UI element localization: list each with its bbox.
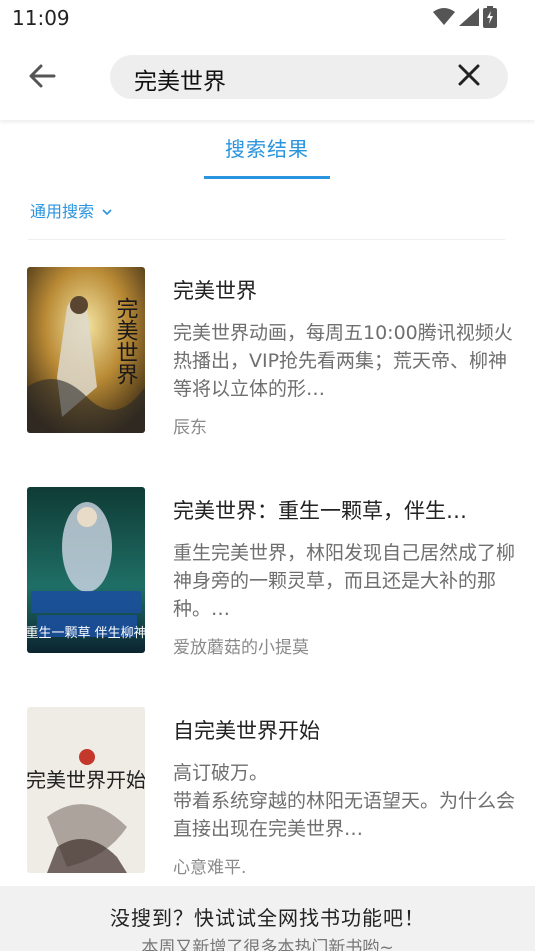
arrow-left-icon [28,62,56,94]
book-result-item[interactable]: 完美世界开始 自完美世界开始 高订破万。 带着系统穿越的林阳无语望天。为什么会直… [0,707,535,887]
book-cover[interactable]: 重生一颗草 伴生柳神 [27,487,145,653]
book-cover[interactable]: 完美世界 [27,267,145,433]
book-title: 自完美世界开始 [173,719,320,743]
book-result-item[interactable]: 完美世界 完美世界 完美世界动画，每周五10:00腾讯视频火热播出，VIP抢先看… [0,267,535,447]
book-description: 完美世界动画，每周五10:00腾讯视频火热播出，VIP抢先看两集；荒天帝、柳神等… [173,322,513,400]
status-icons [433,6,497,28]
book-title: 完美世界：重生一颗草，伴生… [173,499,467,523]
filter-label: 通用搜索 [30,202,95,221]
book-cover[interactable]: 完美世界开始 [27,707,145,873]
tab-search-results[interactable]: 搜索结果 [204,133,330,179]
chevron-down-icon [102,201,112,220]
cover-title-text: 完美世界开始 [27,768,145,792]
divider [28,239,505,240]
search-input[interactable]: 完美世界 [110,55,508,99]
search-header: 完美世界 [0,36,535,120]
cover-title-text: 重生一颗草 伴生柳神 [27,625,145,641]
find-book-banner[interactable]: 没搜到？快试试全网找书功能吧！ 本周又新增了很多本热门新书哟~ [0,886,535,951]
book-result-item[interactable]: 重生一颗草 伴生柳神 完美世界：重生一颗草，伴生… 重生完美世界，林阳发现自己居… [0,487,535,667]
banner-title: 没搜到？快试试全网找书功能吧！ [110,906,425,930]
banner-subtitle: 本周又新增了很多本热门新书哟~ [141,938,394,951]
book-title: 完美世界 [173,279,257,303]
back-button[interactable] [24,60,60,96]
search-type-filter[interactable]: 通用搜索 [30,198,112,222]
book-author: 心意难平. [173,858,247,878]
search-query[interactable]: 完美世界 [134,62,226,96]
tab-bar: 搜索结果 [0,121,535,179]
signal-icon [459,8,479,26]
tab-indicator [204,176,330,179]
book-author: 爱放蘑菇的小提莫 [173,638,309,658]
book-description: 高订破万。 带着系统穿越的林阳无语望天。为什么会直接出现在完美世界… [173,762,516,840]
status-time: 11:09 [12,6,70,30]
clear-search-button[interactable] [456,64,482,90]
battery-icon [483,6,497,28]
book-description: 重生完美世界，林阳发现自己居然成了柳神身旁的一颗灵草，而且还是大补的那种。… [173,542,516,620]
status-bar: 11:09 [0,0,535,36]
close-icon [458,64,480,90]
wifi-icon [433,8,455,26]
cover-title-text: 完美世界 [113,297,139,385]
book-author: 辰东 [173,418,207,438]
